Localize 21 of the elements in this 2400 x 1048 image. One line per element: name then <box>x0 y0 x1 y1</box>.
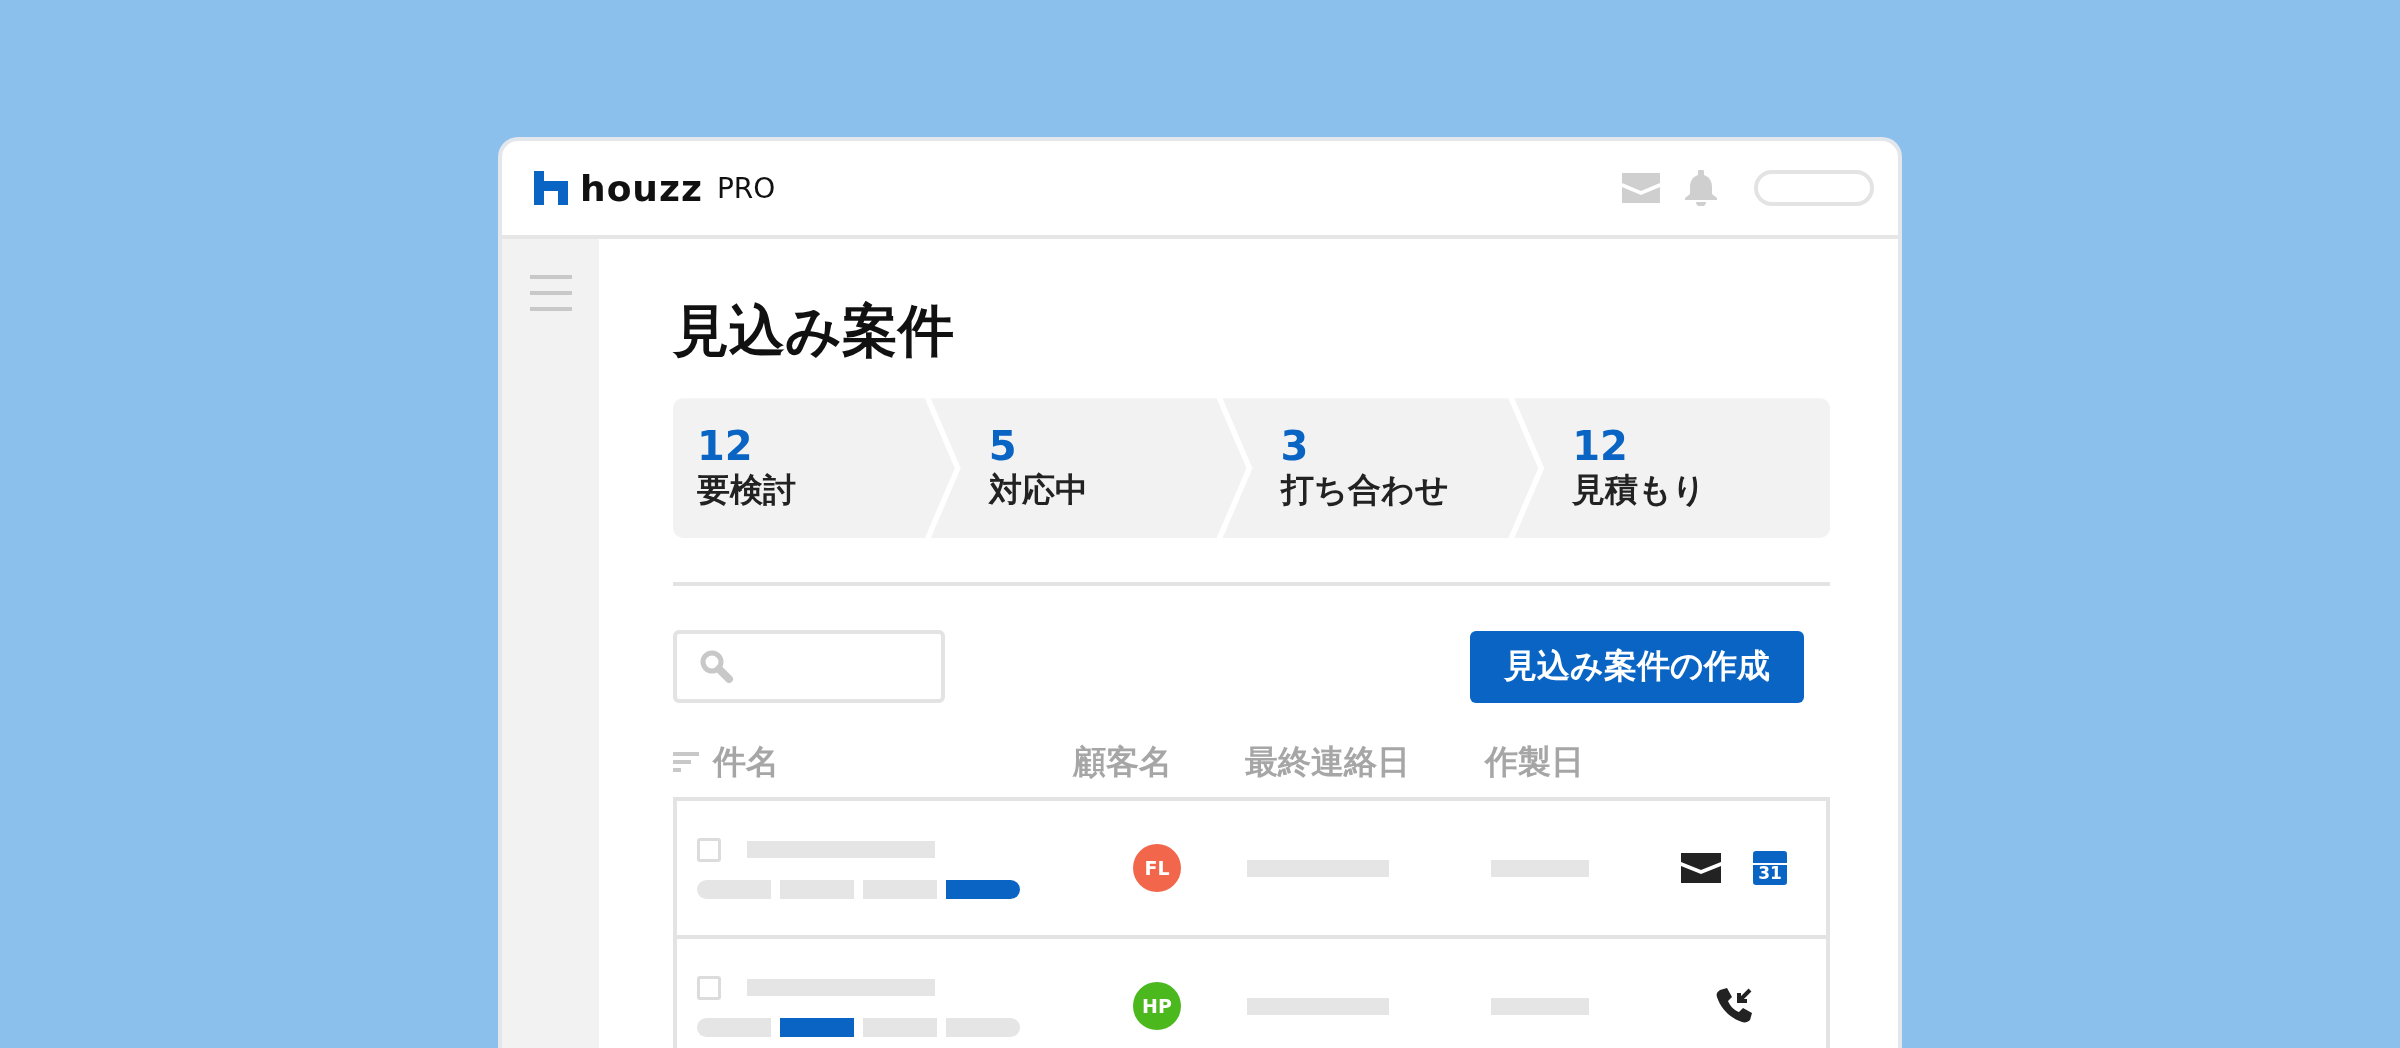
pipeline-stage[interactable]: 5 対応中 <box>930 398 1247 539</box>
page-title: 見込み案件 <box>673 297 955 365</box>
row-checkbox[interactable] <box>697 837 721 862</box>
search-field[interactable] <box>673 630 945 704</box>
profile-pill[interactable] <box>1754 170 1874 206</box>
row-checkbox[interactable] <box>697 975 721 1000</box>
create-lead-button[interactable]: 見込み案件の作成 <box>1470 630 1804 703</box>
mail-icon[interactable] <box>1681 853 1721 884</box>
pipeline-stage[interactable]: 12 要検討 <box>673 398 955 539</box>
logo-text: houzz <box>580 167 703 209</box>
pipeline-stage[interactable]: 3 打ち合わせ <box>1222 398 1539 539</box>
menu-icon[interactable] <box>529 275 572 311</box>
client-avatar: FL <box>1133 844 1181 893</box>
calendar-icon[interactable]: 31 <box>1753 851 1787 886</box>
bell-icon[interactable] <box>1684 170 1718 206</box>
sort-icon[interactable] <box>673 752 699 773</box>
search-icon <box>699 648 735 685</box>
logo-icon <box>534 171 568 205</box>
logo-suffix: PRO <box>716 171 776 205</box>
pipeline-stage[interactable]: 12 見積もり <box>1514 398 1830 539</box>
client-avatar: HP <box>1133 982 1181 1031</box>
